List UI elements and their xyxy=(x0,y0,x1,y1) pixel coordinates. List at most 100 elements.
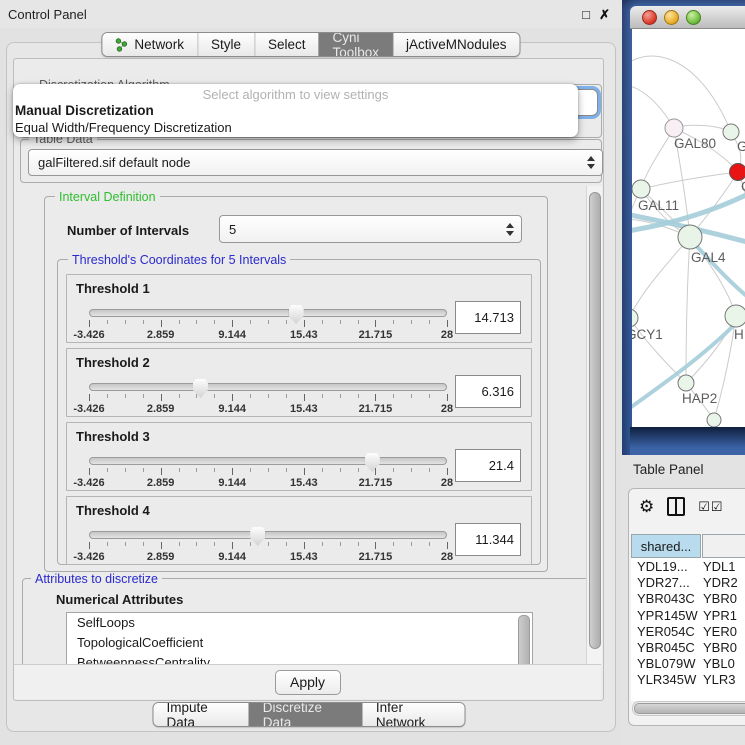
scale-label: -3.426 xyxy=(73,329,104,341)
cell-shared-name: YBR045C xyxy=(637,640,695,655)
network-node-gcy1[interactable] xyxy=(632,309,638,327)
column-header-shared-[interactable]: shared... xyxy=(631,534,701,558)
threshold-slider[interactable]: -3.4262.8599.14415.4321.71528 xyxy=(89,305,447,341)
tab-style[interactable]: Style xyxy=(197,33,254,56)
node-label: GCY1 xyxy=(632,327,663,342)
tab-discretize-data[interactable]: Discretize Data xyxy=(249,703,362,726)
threshold-value-field[interactable]: 11.344 xyxy=(455,523,521,556)
dropdown-option-equal-width-frequency[interactable]: Equal Width/Frequency Discretization xyxy=(13,120,578,135)
table-row[interactable]: YPR145W YPR1 xyxy=(631,608,745,624)
tab-label: Style xyxy=(211,37,241,52)
table-row[interactable]: YLR345WYLR3 xyxy=(631,672,745,688)
checkbox-icons[interactable]: ☑☑ xyxy=(698,499,723,515)
number-of-intervals-label: Number of Intervals xyxy=(67,223,189,238)
slider-ticks xyxy=(89,320,447,328)
network-node-h[interactable] xyxy=(725,305,745,327)
tab-cyni-toolbox[interactable]: Cyni Toolbox xyxy=(318,33,392,56)
list-item-betweennesscentrality[interactable]: BetweennessCentrality xyxy=(67,653,532,664)
table-row[interactable]: YDL19...YDL1 xyxy=(631,559,745,575)
control-panel: Control Panel □ ✗ Network Style SelectCyni… xyxy=(0,0,622,745)
network-node-hap2[interactable] xyxy=(678,375,694,391)
slider-track[interactable] xyxy=(89,457,447,465)
numerical-attributes-list[interactable]: SelfLoopsTopologicalCoefficientBetweenne… xyxy=(66,612,533,664)
node-label: GAL4 xyxy=(691,250,726,265)
cell-shared-name: YIL052C xyxy=(637,689,688,690)
node-label: GA xyxy=(737,139,745,154)
thresholds-list: Threshold 1 -3.4262.8599.14415.4321.71528… xyxy=(66,274,532,570)
dropdown-option-manual-discretization[interactable]: Manual Discretization xyxy=(13,103,578,118)
panel-scrollbar[interactable] xyxy=(586,186,602,664)
thresholds-group: Threshold's Coordinates for 5 Intervals … xyxy=(57,259,541,565)
apply-button[interactable]: Apply xyxy=(275,670,341,695)
threshold-value-field[interactable]: 14.713 xyxy=(455,301,521,334)
tab-impute-data[interactable]: Impute Data xyxy=(154,703,249,726)
table-row[interactable]: YBL079WYBL0 xyxy=(631,656,745,672)
scale-label: 9.144 xyxy=(218,403,246,415)
table-row[interactable]: YER054CYER0 xyxy=(631,624,745,640)
close-icon[interactable]: ✗ xyxy=(599,7,610,23)
network-node-gal11[interactable] xyxy=(632,180,650,198)
tab-network[interactable]: Network xyxy=(102,33,197,56)
threshold-value-field[interactable]: 21.4 xyxy=(455,449,521,482)
dropdown-placeholder: Select algorithm to view settings xyxy=(13,84,578,102)
slider-track[interactable] xyxy=(89,309,447,317)
scale-label: 9.144 xyxy=(218,477,246,489)
zoom-traffic-light-icon[interactable] xyxy=(686,10,701,25)
table-row[interactable]: YIL052C YIL0 xyxy=(631,689,745,690)
network-node-ga[interactable] xyxy=(723,124,739,140)
table-row[interactable]: YBR045C YBR0 xyxy=(631,640,745,656)
close-traffic-light-icon[interactable] xyxy=(642,10,657,25)
list-item-selfloops[interactable]: SelfLoops xyxy=(67,613,532,633)
scale-label: 21.715 xyxy=(359,477,393,489)
minimize-traffic-light-icon[interactable] xyxy=(664,10,679,25)
network-icon xyxy=(115,38,128,52)
cell-name: YBR0 xyxy=(703,591,737,606)
threshold-label: Threshold 1 xyxy=(76,281,150,296)
table-data-combobox[interactable]: galFiltered.sif default node xyxy=(28,149,603,176)
network-node-gal4[interactable] xyxy=(678,225,702,249)
number-of-intervals-combobox[interactable]: 5 xyxy=(219,215,522,243)
table-scrollbar-thumb[interactable] xyxy=(634,703,745,714)
list-scrollbar[interactable] xyxy=(518,615,530,664)
panel-scrollbar-thumb[interactable] xyxy=(589,192,601,649)
table-horizontal-scrollbar[interactable] xyxy=(632,701,745,716)
network-node-gal80[interactable] xyxy=(665,119,683,137)
tab-select[interactable]: Select xyxy=(254,33,319,56)
cell-name: YDL1 xyxy=(703,559,736,574)
slider-track[interactable] xyxy=(89,531,447,539)
cell-name: YBR0 xyxy=(703,640,737,655)
cell-shared-name: YPR145W xyxy=(637,608,698,623)
threshold-slider[interactable]: -3.4262.8599.14415.4321.71528 xyxy=(89,453,447,489)
cell-name: YPR1 xyxy=(703,608,737,623)
network-node[interactable] xyxy=(707,413,721,427)
network-edge xyxy=(632,237,690,318)
numerical-attributes-label: Numerical Attributes xyxy=(56,592,183,607)
scale-label: 21.715 xyxy=(359,329,393,341)
cell-name: YIL0 xyxy=(703,689,730,690)
network-edge xyxy=(641,172,738,189)
cyni-mode-tabs: Impute Data Discretize DataInfer Network xyxy=(153,702,466,727)
table-row[interactable]: YBR043CYBR0 xyxy=(631,591,745,607)
network-canvas[interactable]: GAL80GACGAL11GAL4GCY1HHAP2 xyxy=(632,29,745,427)
threshold-value-field[interactable]: 6.316 xyxy=(455,375,521,408)
scale-label: -3.426 xyxy=(73,477,104,489)
split-columns-icon[interactable] xyxy=(667,497,685,516)
control-panel-titlebar: Control Panel □ ✗ xyxy=(0,0,622,28)
node-table[interactable]: shared...na YDL19...YDL1YDR27...YDR2YBR0… xyxy=(631,534,745,701)
tab-jactivemnodules[interactable]: jActiveMNodules xyxy=(392,33,520,56)
control-panel-tabs: Network Style SelectCyni ToolboxjActiveMNo… xyxy=(101,32,520,57)
column-header-na[interactable]: na xyxy=(702,534,745,558)
tab-label: Impute Data xyxy=(167,702,236,727)
network-graph[interactable]: GAL80GACGAL11GAL4GCY1HHAP2 xyxy=(632,29,745,427)
gear-icon[interactable]: ⚙ xyxy=(639,498,654,515)
list-item-topologicalcoefficient[interactable]: TopologicalCoefficient xyxy=(67,633,532,653)
threshold-slider[interactable]: -3.4262.8599.14415.4321.71528 xyxy=(89,527,447,563)
scale-label: 2.859 xyxy=(147,477,175,489)
table-row[interactable]: YDR27...YDR2 xyxy=(631,575,745,591)
scale-label: -3.426 xyxy=(73,551,104,563)
slider-track[interactable] xyxy=(89,383,447,391)
tab-infer-network[interactable]: Infer Network xyxy=(362,703,465,726)
float-window-icon[interactable]: □ xyxy=(582,7,590,22)
network-node-c[interactable] xyxy=(730,164,745,181)
threshold-slider[interactable]: -3.4262.8599.14415.4321.71528 xyxy=(89,379,447,415)
